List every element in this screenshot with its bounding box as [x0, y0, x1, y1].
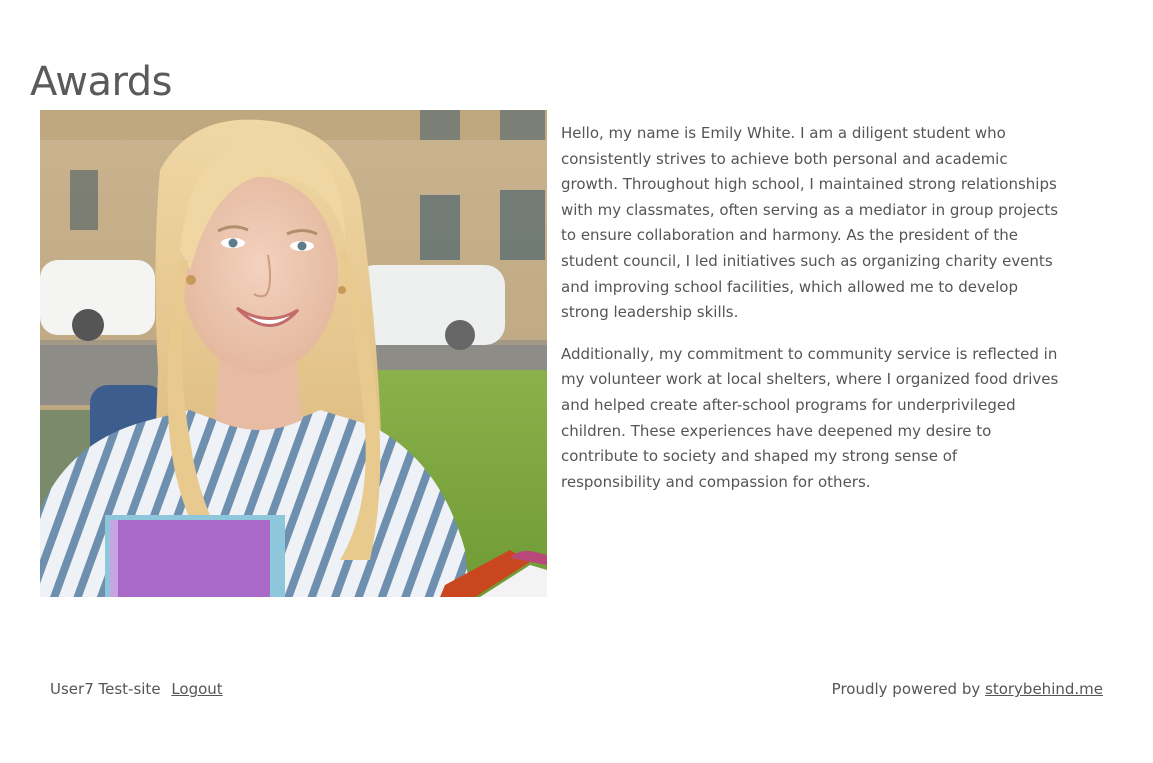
bio-paragraph: Additionally, my commitment to community… — [561, 344, 1059, 491]
footer-right: Proudly powered by storybehind.me — [832, 679, 1103, 699]
page-title: Awards — [30, 59, 172, 105]
storybehind-link[interactable]: storybehind.me — [985, 680, 1103, 698]
logout-link[interactable]: Logout — [171, 680, 222, 698]
powered-by-text: Proudly powered by — [831, 680, 986, 698]
bio-paragraph: Hello, my name is Emily White. I am a di… — [561, 124, 1059, 322]
site-name: User7 Test-site — [50, 680, 161, 698]
profile-photo — [40, 110, 547, 597]
footer-left: User7 Test-site Logout — [50, 679, 223, 699]
bio-text: Hello, my name is Emily White. I am a di… — [561, 121, 1061, 511]
